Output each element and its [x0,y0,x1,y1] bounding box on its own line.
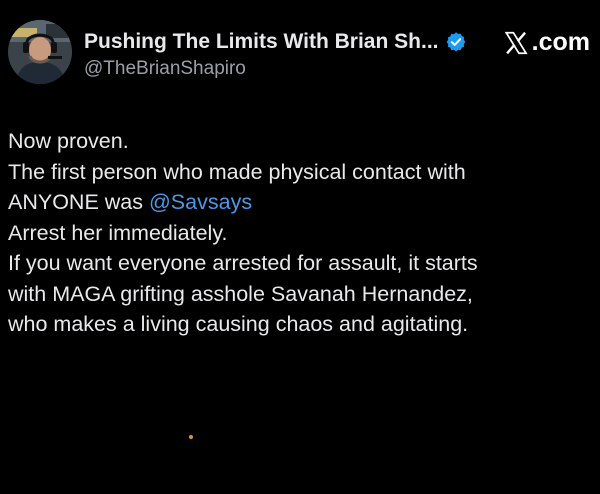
author-handle[interactable]: @TheBrianShapiro [84,58,246,80]
author-display-name[interactable]: Pushing The Limits With Brian Sh... [84,30,439,54]
post-header: Pushing The Limits With Brian Sh... @The… [8,20,592,92]
x-brand-logo: .com [503,28,590,57]
post-line-prefix: ANYONE was [8,190,149,214]
post-line: If you want everyone arrested for assaul… [8,251,478,275]
post-line: The first person who made physical conta… [8,159,466,184]
avatar-man-headset-icon [8,20,72,84]
orange-dot [189,435,193,439]
post-line: Now proven. [8,129,129,153]
author-avatar[interactable] [8,20,72,84]
post-line: with MAGA grifting asshole Savanah Herna… [8,281,473,306]
x-logo-icon [504,31,528,54]
verified-badge-icon [446,32,465,52]
post-line: who makes a living causing chaos and agi… [8,312,469,336]
mention-link[interactable]: @Savsays [149,190,252,214]
brand-domain: .com [531,28,590,56]
author-name-row: Pushing The Limits With Brian Sh... [84,26,467,58]
post-body: Now proven. The first person who made ph… [8,126,594,340]
post-line: Arrest her immediately. [8,220,228,245]
post-line-with-mention: ANYONE was @Savsays [8,187,594,218]
